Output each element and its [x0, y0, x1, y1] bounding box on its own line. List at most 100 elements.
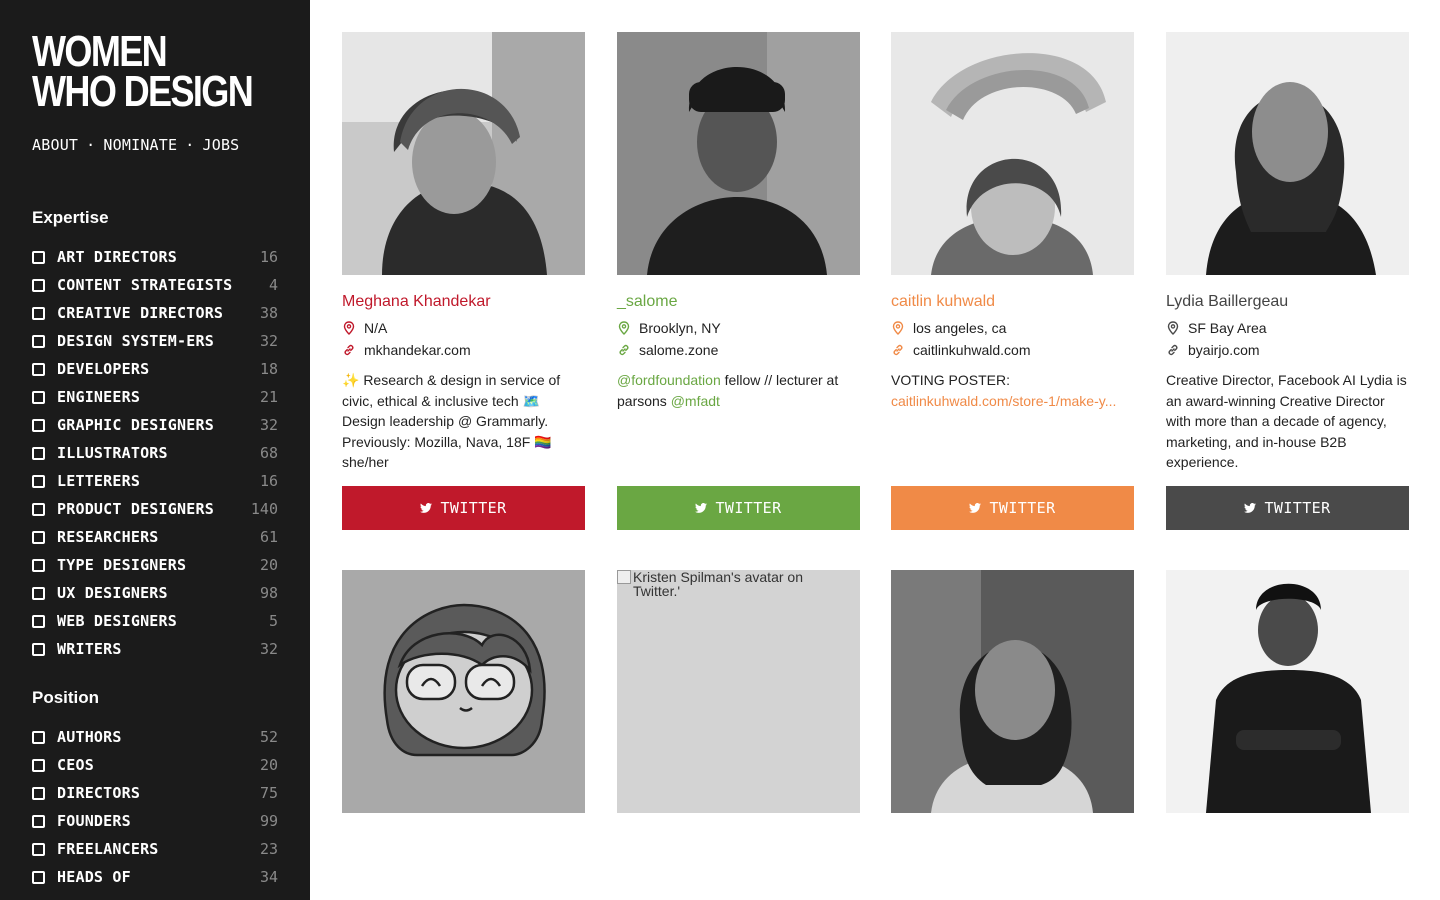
avatar[interactable]: Kristen Spilman's avatar on Twitter.': [617, 570, 860, 813]
filter-label: WEB DESIGNERS: [57, 612, 177, 630]
checkbox[interactable]: [32, 614, 45, 628]
checkbox[interactable]: [32, 786, 45, 800]
twitter-button[interactable]: TWITTER: [891, 486, 1134, 530]
checkbox[interactable]: [32, 390, 45, 404]
filter-label: CREATIVE DIRECTORS: [57, 304, 224, 322]
filter-count: 23: [259, 840, 278, 858]
filter-item-web-designers[interactable]: WEB DESIGNERS 5: [32, 607, 278, 635]
website-link[interactable]: mkhandekar.com: [364, 342, 471, 358]
bio-url-link[interactable]: caitlinkuhwald.com/store-1/make-y...: [891, 393, 1116, 409]
filter-item-heads-of[interactable]: HEADS OF 34: [32, 863, 278, 891]
website-link[interactable]: salome.zone: [639, 342, 718, 358]
filter-label: FOUNDERS: [57, 812, 131, 830]
checkbox[interactable]: [32, 814, 45, 828]
website-row[interactable]: caitlinkuhwald.com: [891, 342, 1031, 358]
avatar[interactable]: [342, 32, 585, 275]
illustrated-avatar-image: [342, 570, 585, 813]
designer-name[interactable]: Meghana Khandekar: [342, 293, 491, 311]
avatar[interactable]: [891, 32, 1134, 275]
avatar[interactable]: [342, 570, 585, 813]
website-row[interactable]: byairjo.com: [1166, 342, 1260, 358]
bio-mention-link[interactable]: @fordfoundation: [617, 372, 721, 388]
avatar-photo: [342, 32, 585, 275]
filter-item-ceos[interactable]: CEOS 20: [32, 751, 278, 779]
checkbox[interactable]: [32, 870, 45, 884]
twitter-button-label: TWITTER: [1264, 499, 1331, 517]
filter-item-developers[interactable]: DEVELOPERS 18: [32, 355, 278, 383]
filter-item-art-directors[interactable]: ART DIRECTORS 16: [32, 243, 278, 271]
designer-name[interactable]: _salome: [617, 293, 677, 311]
twitter-icon: [695, 503, 708, 513]
filter-item-design-system-ers[interactable]: DESIGN SYSTEM-ERS 32: [32, 327, 278, 355]
nav-about-link[interactable]: ABOUT: [32, 136, 78, 154]
avatar[interactable]: [617, 32, 860, 275]
checkbox[interactable]: [32, 758, 45, 772]
filter-item-freelancers[interactable]: FREELANCERS 23: [32, 835, 278, 863]
filter-label: TYPE DESIGNERS: [57, 556, 187, 574]
website-row[interactable]: mkhandekar.com: [342, 342, 471, 358]
checkbox[interactable]: [32, 278, 45, 292]
avatar-photo: [891, 32, 1134, 275]
checkbox[interactable]: [32, 474, 45, 488]
twitter-button[interactable]: TWITTER: [342, 486, 585, 530]
checkbox[interactable]: [32, 306, 45, 320]
filter-item-directors[interactable]: DIRECTORS 75: [32, 779, 278, 807]
checkbox[interactable]: [32, 418, 45, 432]
checkbox[interactable]: [32, 586, 45, 600]
avatar[interactable]: [1166, 32, 1409, 275]
filter-label: UX DESIGNERS: [57, 584, 168, 602]
filter-item-type-designers[interactable]: TYPE DESIGNERS 20: [32, 551, 278, 579]
filter-item-writers[interactable]: WRITERS 32: [32, 635, 278, 663]
filter-item-researchers[interactable]: RESEARCHERS 61: [32, 523, 278, 551]
website-row[interactable]: salome.zone: [617, 342, 718, 358]
filter-item-creative-directors[interactable]: CREATIVE DIRECTORS 38: [32, 299, 278, 327]
link-icon: [344, 344, 354, 356]
brand-logo[interactable]: WOMEN WHO DESIGN: [32, 27, 254, 114]
twitter-button[interactable]: TWITTER: [617, 486, 860, 530]
checkbox[interactable]: [32, 502, 45, 516]
checkbox[interactable]: [32, 250, 45, 264]
avatar[interactable]: [891, 570, 1134, 813]
website-link[interactable]: byairjo.com: [1188, 342, 1260, 358]
avatar[interactable]: [1166, 570, 1409, 813]
filter-label: ILLUSTRATORS: [57, 444, 168, 462]
filter-label: FREELANCERS: [57, 840, 159, 858]
twitter-button-label: TWITTER: [989, 499, 1056, 517]
filter-item-illustrators[interactable]: ILLUSTRATORS 68: [32, 439, 278, 467]
checkbox[interactable]: [32, 446, 45, 460]
filter-item-graphic-designers[interactable]: GRAPHIC DESIGNERS 32: [32, 411, 278, 439]
bio-mention-link[interactable]: @mfadt: [671, 393, 720, 409]
filter-item-letterers[interactable]: LETTERERS 16: [32, 467, 278, 495]
location-pin-icon: [343, 321, 355, 335]
filter-item-authors[interactable]: AUTHORS 52: [32, 723, 278, 751]
nav-nominate-link[interactable]: NOMINATE: [103, 136, 177, 154]
brand-line-1: WOMEN: [32, 27, 168, 76]
checkbox[interactable]: [32, 530, 45, 544]
location-row: los angeles, ca: [891, 320, 1006, 336]
filter-item-founders[interactable]: FOUNDERS 99: [32, 807, 278, 835]
twitter-button[interactable]: TWITTER: [1166, 486, 1409, 530]
filter-count: 68: [259, 444, 278, 462]
filter-count: 32: [259, 640, 278, 658]
expertise-heading: Expertise: [32, 208, 109, 227]
filter-count: 34: [259, 868, 278, 886]
filter-item-product-designers[interactable]: PRODUCT DESIGNERS 140: [32, 495, 278, 523]
filter-item-ux-designers[interactable]: UX DESIGNERS 98: [32, 579, 278, 607]
designer-name[interactable]: caitlin kuhwald: [891, 293, 995, 311]
checkbox[interactable]: [32, 362, 45, 376]
website-link[interactable]: caitlinkuhwald.com: [913, 342, 1031, 358]
filter-label: ART DIRECTORS: [57, 248, 177, 266]
filter-item-content-strategists[interactable]: CONTENT STRATEGISTS 4: [32, 271, 278, 299]
checkbox[interactable]: [32, 730, 45, 744]
checkbox[interactable]: [32, 842, 45, 856]
checkbox[interactable]: [32, 558, 45, 572]
filter-item-engineers[interactable]: ENGINEERS 21: [32, 383, 278, 411]
checkbox[interactable]: [32, 642, 45, 656]
filter-count: 5: [268, 612, 278, 630]
checkbox[interactable]: [32, 334, 45, 348]
filter-label: HEADS OF: [57, 868, 131, 886]
designer-name[interactable]: Lydia Baillergeau: [1166, 293, 1288, 311]
nav-jobs-link[interactable]: JOBS: [202, 136, 239, 154]
filter-count: 32: [259, 332, 278, 350]
avatar-photo: [891, 570, 1134, 813]
